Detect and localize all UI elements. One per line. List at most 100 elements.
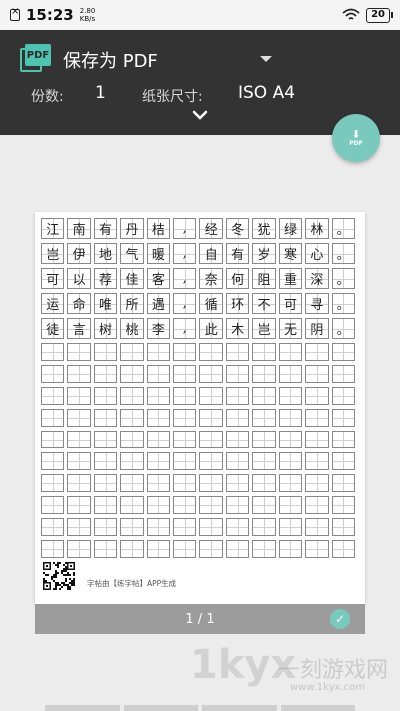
grid-cell: 桔 [146,218,171,239]
grid-character: 木 [231,323,245,338]
grid-cell [199,408,223,427]
grid-character: , [182,221,187,236]
chevron-down-icon[interactable] [192,110,208,120]
grid-character: 江 [46,223,60,238]
no-sim-icon [10,6,20,21]
grid-cell [252,518,276,537]
page-preview[interactable]: 江南有丹桔, 经冬犹绿林。岂伊地气暖, 自有岁寒心。可以荐佳客, 奈何阻重深。运命唯所… [35,212,365,604]
grid-cell [199,343,223,361]
dropdown-arrow-icon[interactable] [260,56,272,62]
grid-cell: 犹 [252,218,276,239]
grid-cell [67,452,91,471]
grid-cell [278,496,303,515]
grid-cell: 循 [199,293,223,314]
grid-cell: 冬 [225,218,250,239]
grid-cell [146,343,171,361]
grid-cell [173,343,197,361]
grid-cell [146,540,171,558]
status-time: 15:23 [26,6,74,24]
grid-cell [278,364,303,383]
grid-cell [120,408,144,427]
grid-cell [331,364,355,383]
grid-cell [252,386,276,405]
grid-cell: 地 [93,243,118,264]
grid-character: 伊 [72,248,86,263]
grid-cell [225,343,250,361]
grid-cell: 。 [331,218,355,239]
grid-cell [252,408,276,427]
grid-cell: 言 [67,318,91,339]
grid-character: 树 [99,323,113,338]
destination-select[interactable]: 保存为 PDF [63,47,158,73]
grid-character: 岂 [257,323,271,338]
grid-cell: 。 [331,243,355,264]
grid-cell: 心 [305,243,329,264]
grid-character: 。 [336,323,350,338]
grid-character: 无 [283,323,297,338]
paper-size-label: 纸张尺寸: [142,89,203,105]
grid-cell: 环 [225,293,250,314]
grid-cell [278,540,303,558]
paper-size-value[interactable]: ISO A4 [238,83,295,103]
grid-character: 客 [151,273,165,288]
grid-character: , [182,271,187,286]
grid-cell [67,430,91,449]
grid-cell [120,452,144,471]
download-pdf-button[interactable]: ⬇ PDF [332,114,380,162]
grid-cell: 绿 [278,218,303,239]
grid-cell [305,540,329,558]
copies-label: 份数: [31,89,64,105]
grid-cell: 南 [67,218,91,239]
grid-cell [252,496,276,515]
battery-level: 20 [371,8,385,20]
grid-character: 气 [125,248,139,263]
grid-character: 徒 [46,323,60,338]
grid-cell: 阴 [305,318,329,339]
grid-cell [41,452,65,471]
grid-cell [93,430,118,449]
grid-cell [120,540,144,558]
grid-cell [305,452,329,471]
grid-cell: 有 [225,243,250,264]
grid-cell [120,518,144,537]
grid-character: 唯 [99,298,113,313]
grid-cell: 气 [120,243,144,264]
status-bar: 15:23 2.80 KB/s 20 [0,0,400,30]
grid-cell: 不 [252,293,276,314]
grid-cell [278,343,303,361]
grid-cell [305,518,329,537]
grid-cell [305,343,329,361]
grid-cell: 经 [199,218,223,239]
grid-character: 何 [231,273,245,288]
grid-cell [173,540,197,558]
grid-cell: 荐 [93,268,118,289]
grid-character: 林 [310,223,324,238]
grid-cell [331,496,355,515]
grid-cell: 佳 [120,268,144,289]
copies-value[interactable]: 1 [95,83,106,103]
grid-cell [305,408,329,427]
grid-cell: 岁 [252,243,276,264]
grid-character: 犹 [257,223,271,238]
qr-code [43,562,75,590]
grid-character: 环 [231,298,245,313]
grid-cell: 寒 [278,243,303,264]
bottom-strip [0,705,400,711]
grid-cell [41,430,65,449]
grid-cell [173,364,197,383]
grid-character: 阻 [257,273,271,288]
grid-cell [67,474,91,493]
grid-cell [120,496,144,515]
grid-cell [146,430,171,449]
grid-cell: 命 [67,293,91,314]
grid-character: 南 [72,223,86,238]
page-selected-check-icon[interactable]: ✓ [330,609,350,629]
grid-cell [93,496,118,515]
grid-cell [225,518,250,537]
grid-cell [331,452,355,471]
grid-cell [225,496,250,515]
grid-cell [278,430,303,449]
network-speed: 2.80 KB/s [80,7,96,23]
grid-character: 冬 [231,223,245,238]
grid-cell [278,386,303,405]
